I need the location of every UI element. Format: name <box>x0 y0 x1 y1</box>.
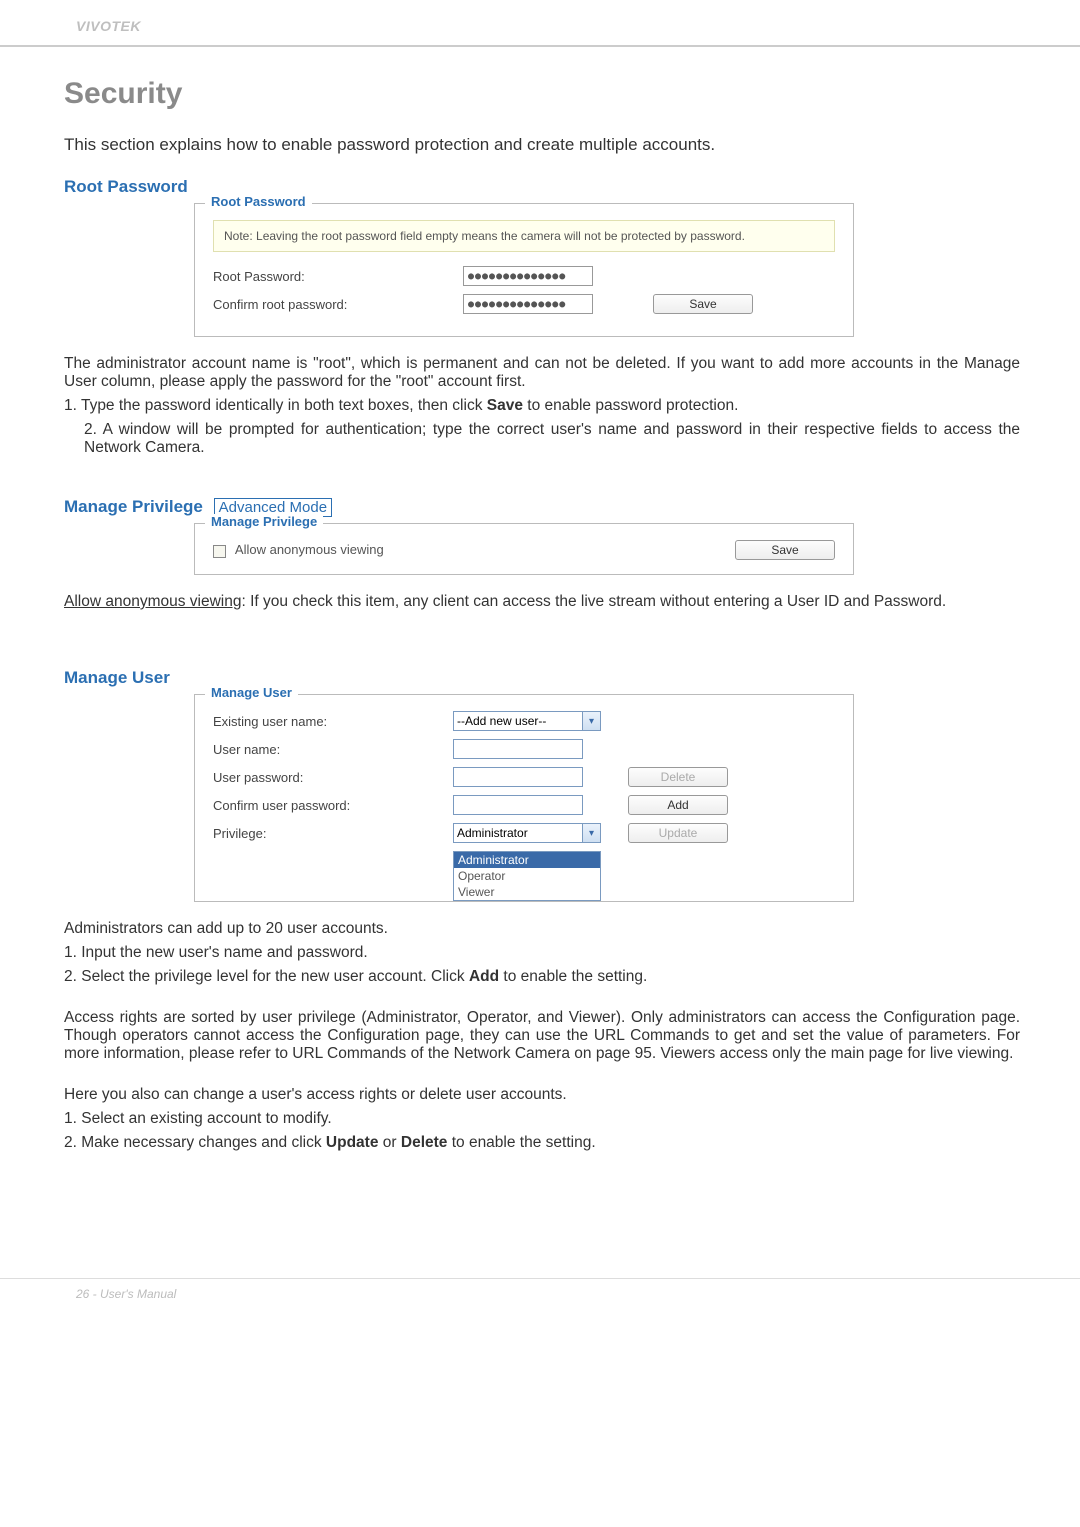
root-password-row: Root Password: ●●●●●●●●●●●●●● <box>213 266 835 286</box>
confirm-user-password-input[interactable] <box>453 795 583 815</box>
page-title: Security <box>64 77 1020 111</box>
existing-user-value[interactable] <box>453 711 583 731</box>
user-name-input[interactable] <box>453 739 583 759</box>
root-save-button[interactable]: Save <box>653 294 753 314</box>
root-password-label: Root Password: <box>213 269 463 284</box>
privilege-option-administrator[interactable]: Administrator <box>454 852 600 868</box>
panel-legend: Manage User <box>205 685 298 700</box>
privilege-save-button[interactable]: Save <box>735 540 835 560</box>
save-keyword: Save <box>487 397 523 414</box>
page-footer: 26 - User's Manual <box>0 1278 1080 1341</box>
confirm-user-password-label: Confirm user password: <box>213 798 453 813</box>
user-name-label: User name: <box>213 742 453 757</box>
root-password-input[interactable]: ●●●●●●●●●●●●●● <box>463 266 593 286</box>
privilege-select-value[interactable] <box>453 823 583 843</box>
mu-intro: Administrators can add up to 20 user acc… <box>64 920 1020 938</box>
add-user-button[interactable]: Add <box>628 795 728 815</box>
page-header: VIVOTEK <box>0 0 1080 47</box>
privilege-option-operator[interactable]: Operator <box>454 868 600 884</box>
allow-anonymous-row: Allow anonymous viewing <box>213 542 384 557</box>
anonymous-explain-paragraph: Allow anonymous viewing: If you check th… <box>64 593 1020 611</box>
user-password-label: User password: <box>213 770 453 785</box>
root-password-panel: Root Password Note: Leaving the root pas… <box>194 203 854 337</box>
root-step-1: 1. Type the password identically in both… <box>64 397 1020 415</box>
user-password-input[interactable] <box>453 767 583 787</box>
panel-legend: Manage Privilege <box>205 514 323 529</box>
add-keyword: Add <box>469 968 499 985</box>
manage-user-panel: Manage User Existing user name: ▾ User n… <box>194 694 854 902</box>
panel-legend: Root Password <box>205 194 312 209</box>
allow-anonymous-term: Allow anonymous viewing <box>64 593 241 610</box>
chevron-down-icon[interactable]: ▾ <box>583 823 601 843</box>
intro-paragraph: This section explains how to enable pass… <box>64 135 1020 155</box>
mu-modify-intro: Here you also can change a user's access… <box>64 1086 1020 1104</box>
allow-anonymous-label: Allow anonymous viewing <box>235 542 384 557</box>
allow-anonymous-checkbox[interactable] <box>213 545 226 558</box>
update-user-button[interactable]: Update <box>628 823 728 843</box>
privilege-dropdown-open[interactable]: Administrator Operator Viewer <box>453 851 601 901</box>
confirm-root-row: Confirm root password: ●●●●●●●●●●●●●● Sa… <box>213 294 835 314</box>
mu-step-1: 1. Input the new user's name and passwor… <box>64 944 1020 962</box>
privilege-select[interactable]: ▾ <box>453 823 601 843</box>
root-step-2: 2. A window will be prompted for authent… <box>64 421 1020 457</box>
root-explain-paragraph: The administrator account name is "root"… <box>64 355 1020 391</box>
root-password-note: Note: Leaving the root password field em… <box>213 220 835 252</box>
footer-text: 26 - User's Manual <box>76 1287 176 1301</box>
existing-user-label: Existing user name: <box>213 714 453 729</box>
existing-user-select[interactable]: ▾ <box>453 711 601 731</box>
confirm-root-label: Confirm root password: <box>213 297 463 312</box>
brand-text: VIVOTEK <box>76 18 141 34</box>
privilege-label: Privilege: <box>213 826 453 841</box>
mu-rights-paragraph: Access rights are sorted by user privile… <box>64 1009 1020 1063</box>
manage-privilege-panel: Manage Privilege Allow anonymous viewing… <box>194 523 854 575</box>
mu-modify-step-2: 2. Make necessary changes and click Upda… <box>64 1134 1020 1152</box>
mu-step-2: 2. Select the privilege level for the ne… <box>64 968 1020 986</box>
update-keyword: Update <box>326 1134 379 1151</box>
page-body: Security This section explains how to en… <box>0 47 1080 1198</box>
confirm-root-input[interactable]: ●●●●●●●●●●●●●● <box>463 294 593 314</box>
delete-user-button[interactable]: Delete <box>628 767 728 787</box>
delete-keyword: Delete <box>401 1134 448 1151</box>
mu-modify-step-1: 1. Select an existing account to modify. <box>64 1110 1020 1128</box>
privilege-option-viewer[interactable]: Viewer <box>454 884 600 900</box>
chevron-down-icon[interactable]: ▾ <box>583 711 601 731</box>
